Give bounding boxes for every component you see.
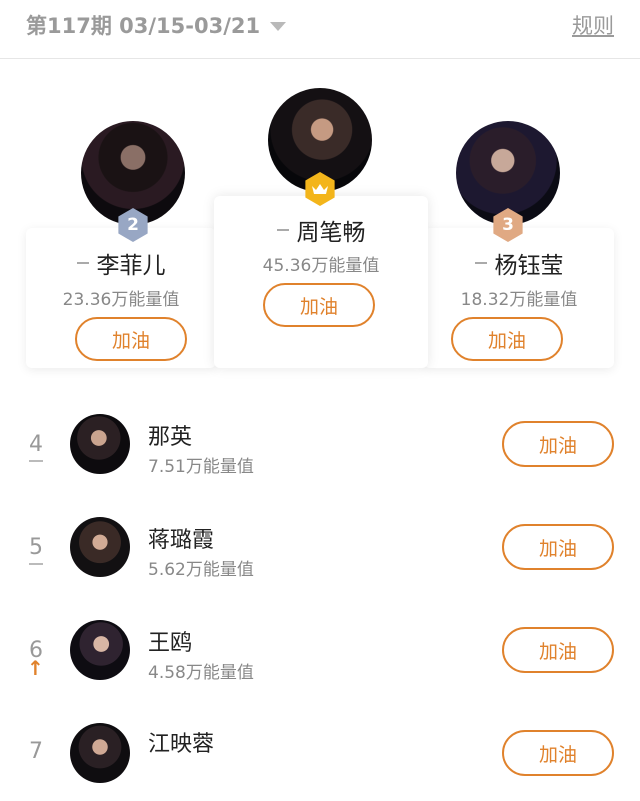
podium-energy-3: 18.32万能量值 <box>460 290 578 310</box>
cheer-button[interactable]: 加油 <box>502 524 614 570</box>
avatar[interactable] <box>70 517 130 577</box>
contestant-name: 蒋璐霞 <box>148 528 215 553</box>
list-item: 6 ↑ 王鸥 4.58万能量值 加油 <box>0 598 640 698</box>
cheer-button[interactable]: 加油 <box>502 421 614 467</box>
podium-name-1-text: 周笔畅 <box>296 220 366 246</box>
trend-flat-icon <box>76 262 89 264</box>
contestant-name: 江映蓉 <box>148 732 215 757</box>
contestant-name: 王鸥 <box>148 631 193 656</box>
cheer-button[interactable]: 加油 <box>502 627 614 673</box>
podium-name-2: 李菲儿 <box>26 246 216 280</box>
list-item: 4 那英 7.51万能量值 加油 <box>0 392 640 492</box>
energy-value: 4.58万能量值 <box>148 663 254 683</box>
energy-value: 7.51万能量值 <box>148 457 254 477</box>
contestant-name: 那英 <box>148 425 193 450</box>
cheer-button-rank-1[interactable]: 加油 <box>263 283 375 327</box>
trend-flat-icon <box>29 563 43 565</box>
list-item: 7 江映蓉 加油 <box>0 701 640 801</box>
trend-flat-icon <box>474 262 487 264</box>
rules-link[interactable]: 规则 <box>572 10 614 40</box>
podium-name-3-text: 杨钰莹 <box>494 253 564 279</box>
list-item: 5 蒋璐霞 5.62万能量值 加油 <box>0 495 640 595</box>
avatar[interactable] <box>70 414 130 474</box>
trend-up-icon: ↑ <box>27 656 44 680</box>
cheer-button[interactable]: 加油 <box>502 730 614 776</box>
cheer-button-rank-3[interactable]: 加油 <box>451 317 563 361</box>
podium-energy-2: 23.36万能量值 <box>62 290 180 310</box>
cheer-button-rank-2[interactable]: 加油 <box>75 317 187 361</box>
rank-number: 7 <box>29 739 43 764</box>
period-label: 第117期 03/15-03/21 <box>26 14 261 38</box>
trend-flat-icon <box>276 229 289 231</box>
rank-number: 4 <box>29 432 43 457</box>
podium-name-2-text: 李菲儿 <box>96 253 166 279</box>
energy-value: 5.62万能量值 <box>148 560 254 580</box>
period-selector[interactable]: 第117期 03/15-03/21 <box>26 10 287 40</box>
top-bar: 第117期 03/15-03/21 规则 <box>0 0 640 59</box>
rank-number: 5 <box>29 535 43 560</box>
avatar[interactable] <box>70 723 130 783</box>
crown-icon-svg <box>312 184 328 194</box>
trend-flat-icon <box>29 460 43 462</box>
avatar[interactable] <box>70 620 130 680</box>
chevron-down-icon <box>270 21 287 31</box>
podium-energy-1: 45.36万能量值 <box>262 256 380 276</box>
podium-name-3: 杨钰莹 <box>424 246 614 280</box>
podium-name-1: 周笔畅 <box>214 213 428 247</box>
